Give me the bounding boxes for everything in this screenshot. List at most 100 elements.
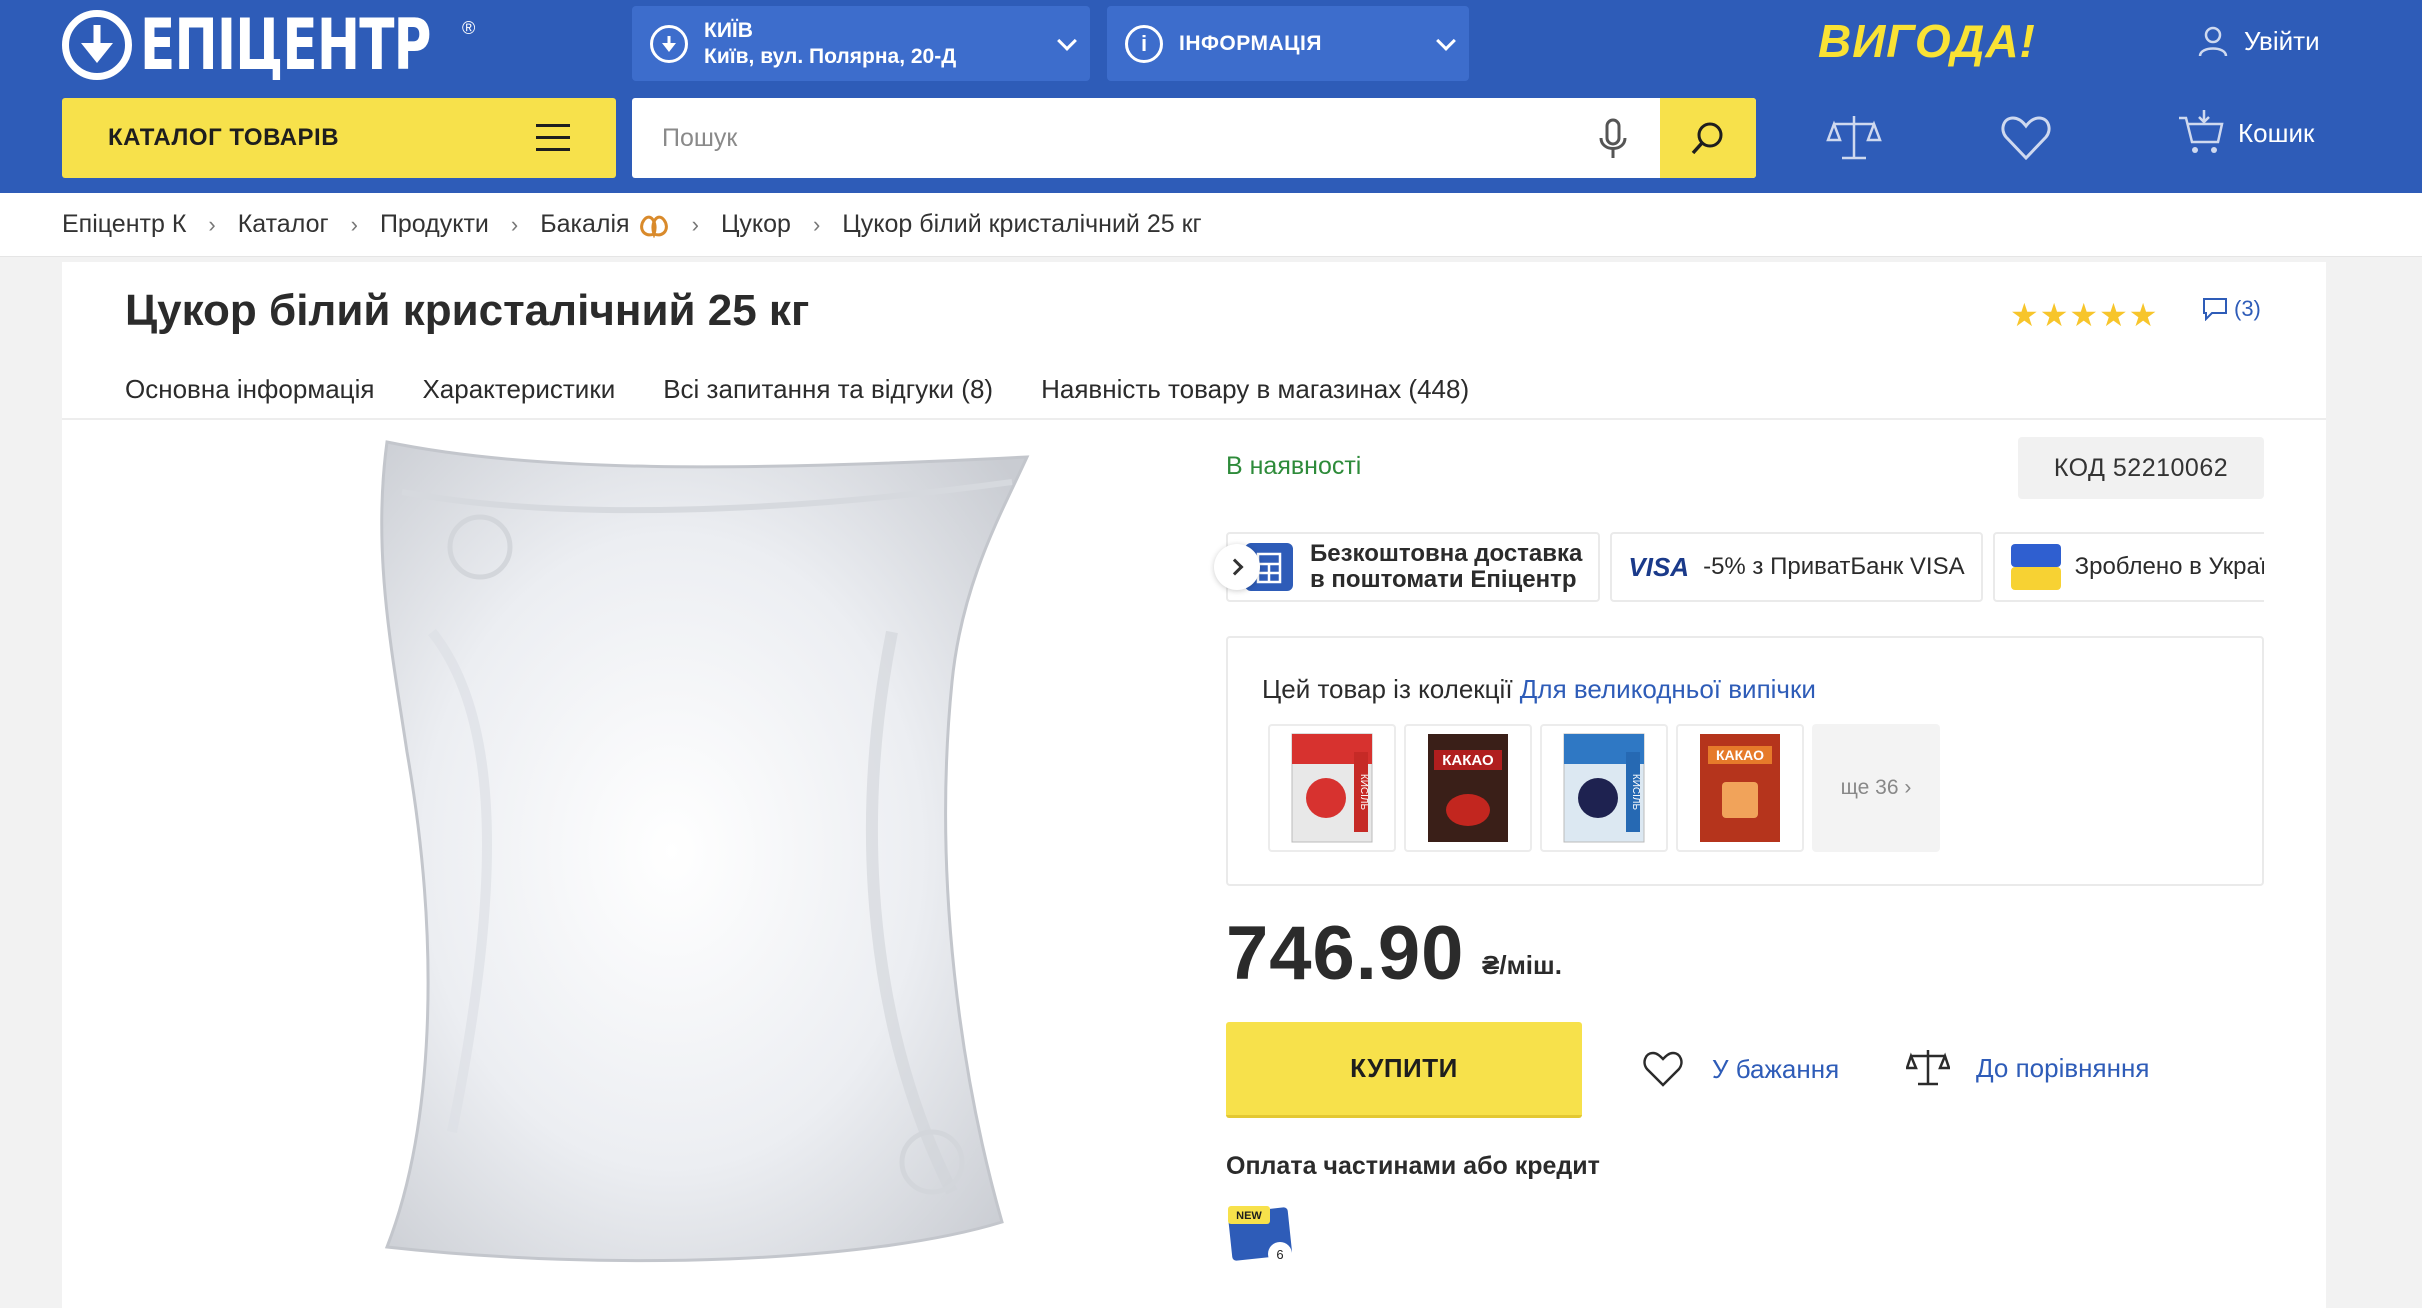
info-dropdown[interactable]: i ІНФОРМАЦІЯ [1107, 6, 1469, 81]
info-icon: i [1125, 24, 1163, 63]
logo-registered-mark: ® [462, 18, 476, 38]
breadcrumb-item[interactable]: Епіцентр К [62, 210, 186, 239]
pack-label: КАКАО [1442, 752, 1494, 769]
logo[interactable]: ЕПІЦЕНТР ® [62, 4, 494, 86]
add-to-wishlist-button[interactable]: У бажання [1642, 1050, 1839, 1088]
visa-logo-icon: VISA [1628, 551, 1690, 582]
credit-badge: NEW [1236, 1210, 1262, 1222]
breadcrumb-current: Цукор білий кристалічний 25 кг [842, 210, 1202, 238]
made-in-ukraine-text: Зроблено в Україні [2074, 553, 2264, 580]
collection-item[interactable]: КАКАО [1404, 724, 1532, 852]
add-to-compare-button[interactable]: До порівняння [1906, 1046, 2149, 1090]
reviews-count: (3) [2234, 296, 2261, 321]
breadcrumb-label: Бакалія [540, 210, 630, 238]
chevron-right-icon [1226, 558, 1244, 576]
star-icon: ★ [2128, 297, 2158, 333]
compare-scale-icon[interactable] [1826, 110, 1882, 166]
delivery-line-2: в поштомати Епіцентр [1310, 566, 1577, 593]
site-header: ЕПІЦЕНТР ® КИЇВ Київ, вул. Полярна, 20-Д… [0, 0, 2422, 193]
promo-badges: Безкоштовна доставка в поштомати Епіцент… [1226, 532, 2264, 604]
delivery-line-1: Безкоштовна доставка [1310, 540, 1583, 567]
collection-item[interactable]: КИСІЛЬ [1268, 724, 1396, 852]
wishlist-label: У бажання [1712, 1053, 1840, 1084]
jelly-strawberry-pack-icon: КИСІЛЬ [1291, 733, 1373, 843]
promo-next-button[interactable] [1214, 544, 1260, 590]
breadcrumb-separator: › [691, 211, 699, 237]
microphone-icon[interactable] [1596, 118, 1630, 160]
privatbank-visa-badge[interactable]: VISA -5% з ПриватБанк VISA [1610, 532, 1983, 602]
breadcrumb-item[interactable]: Бакалія [540, 210, 669, 239]
collection-link[interactable]: Для великодньої випічки [1520, 674, 1816, 704]
jelly-blueberry-pack-icon: КИСІЛЬ [1563, 733, 1645, 843]
compare-label: До порівняння [1976, 1052, 2150, 1083]
compare-scale-icon [1906, 1050, 1950, 1086]
credit-heading: Оплата частинами або кредит [1226, 1152, 1600, 1180]
star-icon: ★ [2010, 297, 2039, 333]
credit-count: 6 [1276, 1247, 1283, 1262]
stock-status: В наявності [1226, 452, 1362, 480]
breadcrumb-item[interactable]: Цукор [721, 210, 791, 239]
free-delivery-badge[interactable]: Безкоштовна доставка в поштомати Епіцент… [1226, 532, 1601, 602]
tab-store-availability[interactable]: Наявність товару в магазинах (448) [1041, 374, 1469, 405]
search-input[interactable] [662, 98, 1582, 178]
product-image-sugar-sack[interactable] [312, 432, 1032, 1292]
star-icon: ★ [2069, 297, 2099, 333]
product-price: 746.90 [1226, 911, 1465, 996]
info-label: ІНФОРМАЦІЯ [1179, 31, 1322, 55]
login-button[interactable]: Увійти [2196, 24, 2320, 58]
cart-icon [2179, 110, 2224, 153]
vygoda-promo-link[interactable]: ВИГОДА! [1818, 14, 2036, 68]
cart-button[interactable]: Кошик [2176, 108, 2314, 158]
city-name: КИЇВ [704, 18, 753, 42]
comment-icon [2203, 298, 2227, 321]
made-in-ukraine-badge[interactable]: Зроблено в Україні [1992, 532, 2264, 602]
catalog-button[interactable]: КАТАЛОГ ТОВАРІВ [62, 98, 616, 178]
reviews-link[interactable]: (3) [2202, 296, 2261, 322]
collection-prefix: Цей товар із колекції [1262, 674, 1513, 704]
search-button[interactable] [1660, 98, 1756, 178]
city-selector[interactable]: КИЇВ Київ, вул. Полярна, 20-Д [632, 6, 1090, 81]
user-icon [2198, 26, 2228, 57]
ukraine-flag-icon [2010, 544, 2061, 590]
cart-label: Кошик [2238, 117, 2315, 148]
logo-icon [62, 10, 132, 80]
cocoa-dark-pack-icon: КАКАО [1428, 734, 1508, 842]
page-title: Цукор білий кристалічний 25 кг [125, 286, 810, 335]
product-card: Цукор білий кристалічний 25 кг ★ ★ ★ ★ ★… [62, 262, 2326, 1308]
installment-card-icon[interactable]: NEW 6 [1226, 1202, 1300, 1268]
star-icon: ★ [2039, 297, 2069, 333]
heart-icon[interactable] [1998, 110, 2054, 166]
collection-more-button[interactable]: ще 36 › [1812, 724, 1940, 852]
store-address: Київ, вул. Полярна, 20-Д [704, 44, 957, 68]
tab-questions-reviews[interactable]: Всі запитання та відгуки (8) [663, 374, 993, 405]
collection-more-label: ще 36 [1840, 776, 1899, 799]
logo-text: ЕПІЦЕНТР [140, 4, 431, 86]
collection-box: Цей товар із колекції Для великодньої ви… [1226, 636, 2264, 886]
breadcrumb-separator: › [510, 211, 519, 237]
pack-label: КИСІЛЬ [1630, 774, 1641, 811]
breadcrumb-separator: › [812, 211, 821, 237]
rating-stars[interactable]: ★ ★ ★ ★ ★ [2010, 296, 2158, 334]
catalog-label: КАТАЛОГ ТОВАРІВ [108, 124, 340, 151]
breadcrumb-item[interactable]: Продукти [380, 210, 489, 239]
collection-heading: Цей товар із колекції Для великодньої ви… [1262, 674, 1816, 705]
login-label: Увійти [2244, 25, 2320, 56]
breadcrumb-separator: › [208, 211, 216, 237]
visa-discount-text: -5% з ПриватБанк VISA [1703, 553, 1965, 580]
collection-item[interactable]: КИСІЛЬ [1540, 724, 1668, 852]
breadcrumb-item[interactable]: Каталог [238, 210, 329, 239]
price-unit: ₴/міш. [1482, 950, 1562, 980]
tab-main-info[interactable]: Основна інформація [125, 374, 374, 405]
buy-button[interactable]: КУПИТИ [1226, 1022, 1582, 1118]
pack-label: КАКАО [1716, 747, 1764, 763]
pretzel-icon [639, 215, 668, 238]
breadcrumb-separator: › [350, 211, 358, 237]
pack-label: КИСІЛЬ [1358, 774, 1369, 811]
search-bar [632, 98, 1756, 178]
collection-item[interactable]: КАКАО [1676, 724, 1804, 852]
chevron-down-icon [1057, 31, 1077, 51]
breadcrumb: Епіцентр К › Каталог › Продукти › Бакалі… [0, 193, 2422, 257]
star-icon: ★ [2099, 297, 2128, 333]
tab-characteristics[interactable]: Характеристики [422, 374, 615, 405]
menu-icon [536, 124, 570, 160]
